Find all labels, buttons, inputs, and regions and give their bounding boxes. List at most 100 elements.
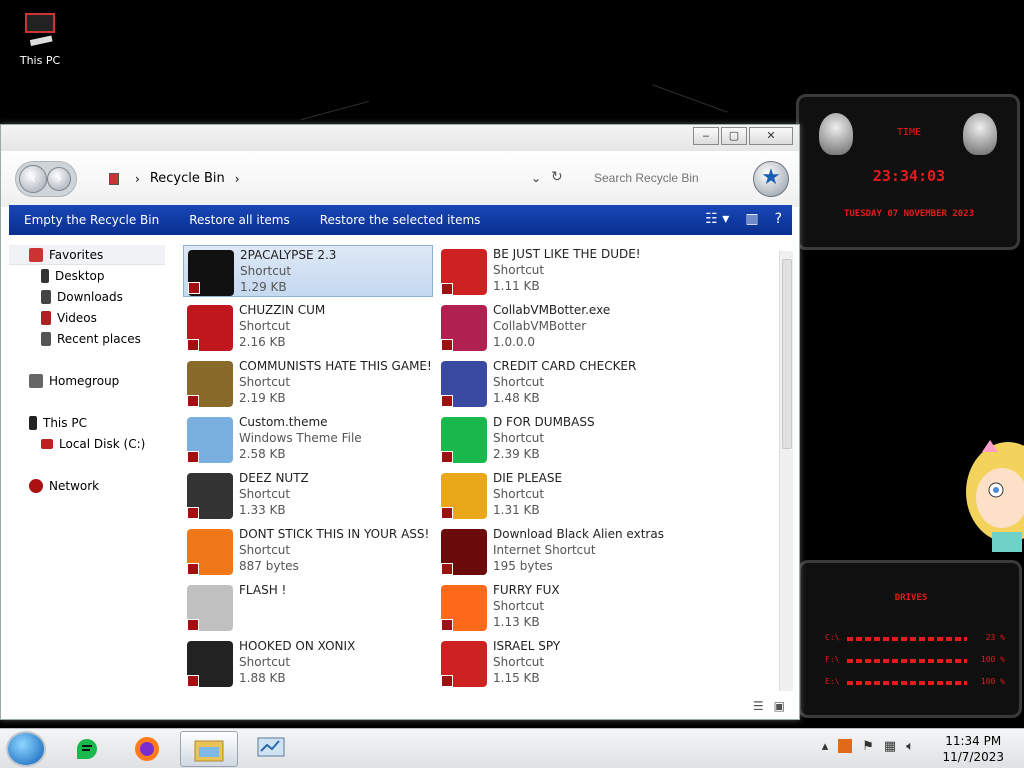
file-item[interactable]: DONT STICK THIS IN YOUR ASS! Shortcut 887 … xyxy=(183,525,433,577)
nav-item-downloads[interactable]: Downloads xyxy=(41,290,123,304)
nav-item-recent-places[interactable]: Recent places xyxy=(41,332,141,346)
breadcrumb-location[interactable]: Recycle Bin xyxy=(150,171,225,186)
file-size: 1.13 KB xyxy=(493,615,540,629)
shortcut-badge-icon xyxy=(441,675,453,687)
desktop: This PC TIME 23:34:03 TUESDAY 07 NOVEMBE… xyxy=(0,0,1024,728)
file-item[interactable]: Download Black Alien extras Internet Shor… xyxy=(437,525,687,577)
file-item[interactable]: 2PACALYPSE 2.3 Shortcut 1.29 KB xyxy=(183,245,433,297)
star-icon[interactable]: ★ xyxy=(753,161,789,197)
file-name: DONT STICK THIS IN YOUR ASS! xyxy=(239,527,430,541)
large-icons-view-icon[interactable]: ▣ xyxy=(774,699,785,713)
explorer-window: ‒ ▢ ✕ ‹ › › Recycle Bin › ⌄ ↻ ★ Empty th… xyxy=(0,124,800,720)
taskbar-clock[interactable]: 11:34 PM 11/7/2023 xyxy=(942,733,1004,765)
taskbar-file-explorer[interactable] xyxy=(180,731,238,767)
view-options-icon[interactable]: ☷ ▾ xyxy=(705,211,729,227)
alien-head-icon xyxy=(819,113,853,155)
file-name: CollabVMBotter.exe xyxy=(493,303,611,317)
maximize-button[interactable]: ▢ xyxy=(721,127,747,145)
file-item[interactable]: FLASH ! xyxy=(183,581,433,633)
file-name: FURRY FUX xyxy=(493,583,560,597)
help-icon[interactable]: ? xyxy=(775,211,782,227)
address-dropdown-icon[interactable]: ⌄ xyxy=(531,171,541,185)
nav-item-network[interactable]: Network xyxy=(29,479,99,493)
taskbar-app-green[interactable] xyxy=(58,731,116,767)
restore-selected-button[interactable]: Restore the selected items xyxy=(305,213,496,227)
file-item[interactable]: CollabVMBotter.exe CollabVMBotter 1.0.0.0 xyxy=(437,301,687,353)
start-button[interactable] xyxy=(6,731,46,767)
file-item[interactable]: DIE PLEASE Shortcut 1.31 KB xyxy=(437,469,687,521)
computer-icon xyxy=(22,10,58,50)
recent-places-icon xyxy=(41,332,51,346)
nav-item-local-disk[interactable]: Local Disk (C:) xyxy=(41,437,145,451)
taskbar-task-manager[interactable] xyxy=(242,731,300,767)
empty-recycle-bin-button[interactable]: Empty the Recycle Bin xyxy=(9,213,174,227)
file-type: Shortcut xyxy=(493,263,545,277)
file-size: 1.0.0.0 xyxy=(493,335,535,349)
forward-button[interactable]: › xyxy=(47,167,71,191)
file-list: 2PACALYPSE 2.3 Shortcut 1.29 KB BE JUST LIK… xyxy=(179,241,779,691)
search-input[interactable] xyxy=(591,167,741,189)
file-item[interactable]: DEEZ NUTZ Shortcut 1.33 KB xyxy=(183,469,433,521)
network-tray-icon[interactable]: ▦ xyxy=(884,739,896,754)
file-type: Shortcut xyxy=(493,431,545,445)
file-item[interactable]: FURRY FUX Shortcut 1.13 KB xyxy=(437,581,687,633)
show-hidden-icons-icon[interactable]: ▴ xyxy=(822,739,829,754)
drive-row: E:\ 100 % xyxy=(825,677,1005,689)
file-type: Shortcut xyxy=(239,487,291,501)
refresh-icon[interactable]: ↻ xyxy=(551,169,563,185)
firefox-icon xyxy=(135,737,159,761)
vertical-scrollbar[interactable] xyxy=(779,251,793,691)
taskbar-firefox[interactable] xyxy=(118,731,176,767)
file-item[interactable]: HOOKED ON XONIX Shortcut 1.88 KB xyxy=(183,637,433,689)
decor-line xyxy=(301,100,369,121)
preview-pane-icon[interactable]: ▥ xyxy=(745,211,758,227)
restore-all-button[interactable]: Restore all items xyxy=(174,213,305,227)
file-item[interactable]: CHUZZIN CUM Shortcut 2.16 KB xyxy=(183,301,433,353)
file-size: 2.39 KB xyxy=(493,447,540,461)
file-name: CREDIT CARD CHECKER xyxy=(493,359,637,373)
volume-icon[interactable]: 🔈︎ xyxy=(906,739,914,754)
app-tray-icon[interactable] xyxy=(838,739,853,753)
file-item[interactable]: COMMUNISTS HATE THIS GAME! Shortcut 2.19 K… xyxy=(183,357,433,409)
nav-label: Favorites xyxy=(49,248,104,262)
file-item[interactable]: D FOR DUMBASS Shortcut 2.39 KB xyxy=(437,413,687,465)
shortcut-badge-icon xyxy=(187,619,199,631)
nav-label: Downloads xyxy=(57,290,123,304)
file-type: Shortcut xyxy=(493,375,545,389)
file-size: 2.16 KB xyxy=(239,335,286,349)
title-bar[interactable]: ‒ ▢ ✕ xyxy=(1,125,799,151)
nav-item-videos[interactable]: Videos xyxy=(41,311,97,325)
drive-percent: 100 % xyxy=(980,677,1005,686)
nav-label: Videos xyxy=(57,311,97,325)
file-item[interactable]: CREDIT CARD CHECKER Shortcut 1.48 KB xyxy=(437,357,687,409)
drive-bar xyxy=(847,681,967,685)
nav-label: Homegroup xyxy=(49,374,120,388)
file-size: 195 bytes xyxy=(493,559,553,573)
flag-icon[interactable]: ⚑ xyxy=(862,739,874,754)
nav-item-desktop[interactable]: Desktop xyxy=(41,269,105,283)
view-toggles: ☰ ▣ xyxy=(753,699,785,713)
chevron-right-icon[interactable]: › xyxy=(135,172,140,186)
minimize-button[interactable]: ‒ xyxy=(693,127,719,145)
chevron-right-icon[interactable]: › xyxy=(235,172,240,186)
file-item[interactable]: ISRAEL SPY Shortcut 1.15 KB xyxy=(437,637,687,689)
nav-item-favorites[interactable]: Favorites xyxy=(29,248,103,262)
back-button[interactable]: ‹ xyxy=(19,165,47,193)
file-name: COMMUNISTS HATE THIS GAME! xyxy=(239,359,432,373)
shortcut-badge-icon xyxy=(188,282,200,294)
computer-icon xyxy=(29,416,37,430)
scrollbar-thumb[interactable] xyxy=(782,259,792,449)
file-item[interactable]: Custom.theme Windows Theme File 2.58 KB xyxy=(183,413,433,465)
this-pc-desktop-icon[interactable]: This PC xyxy=(14,10,66,67)
file-type: Shortcut xyxy=(239,319,291,333)
nav-item-this-pc[interactable]: This PC xyxy=(29,416,87,430)
file-size: 1.15 KB xyxy=(493,671,540,685)
file-type: Shortcut xyxy=(239,543,291,557)
close-button[interactable]: ✕ xyxy=(749,127,793,145)
details-view-icon[interactable]: ☰ xyxy=(753,699,764,713)
breadcrumb[interactable]: › Recycle Bin › xyxy=(109,171,250,186)
time-title: TIME xyxy=(896,127,922,138)
drive-percent: 23 % xyxy=(985,633,1005,642)
file-item[interactable]: BE JUST LIKE THE DUDE! Shortcut 1.11 KB xyxy=(437,245,687,297)
nav-item-homegroup[interactable]: Homegroup xyxy=(29,374,119,388)
